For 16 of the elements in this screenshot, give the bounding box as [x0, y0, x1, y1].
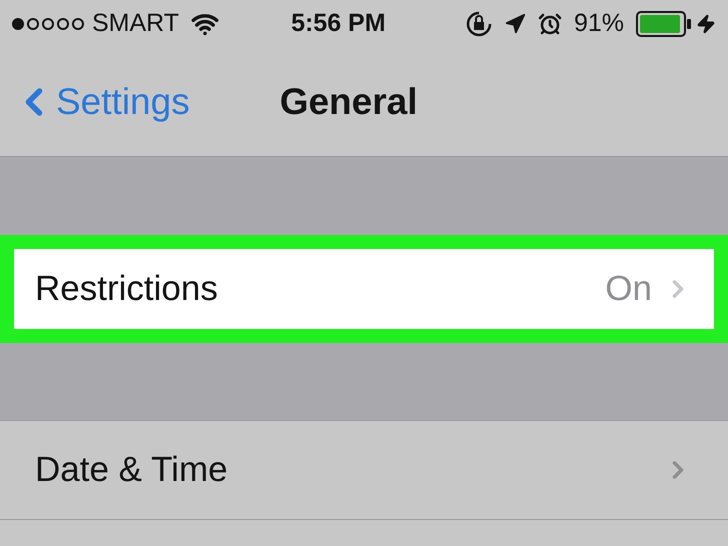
charging-icon	[696, 14, 716, 34]
settings-row[interactable]	[0, 520, 728, 546]
lock-icon	[466, 11, 492, 37]
battery-icon	[636, 11, 692, 37]
alarm-icon	[538, 12, 562, 36]
settings-row[interactable]: Date & Time	[0, 420, 728, 520]
page-title: General	[280, 80, 418, 124]
carrier-name: SMART	[92, 8, 180, 40]
row-label: Date & Time	[35, 448, 228, 491]
location-icon	[504, 13, 526, 35]
highlighted-row[interactable]: Restrictions On	[0, 235, 728, 343]
row-value: On	[605, 268, 652, 310]
battery-percent: 91%	[574, 8, 624, 40]
row-label: Restrictions	[35, 268, 218, 310]
status-time: 5:56 PM	[291, 8, 386, 40]
signal-icon	[12, 18, 84, 30]
